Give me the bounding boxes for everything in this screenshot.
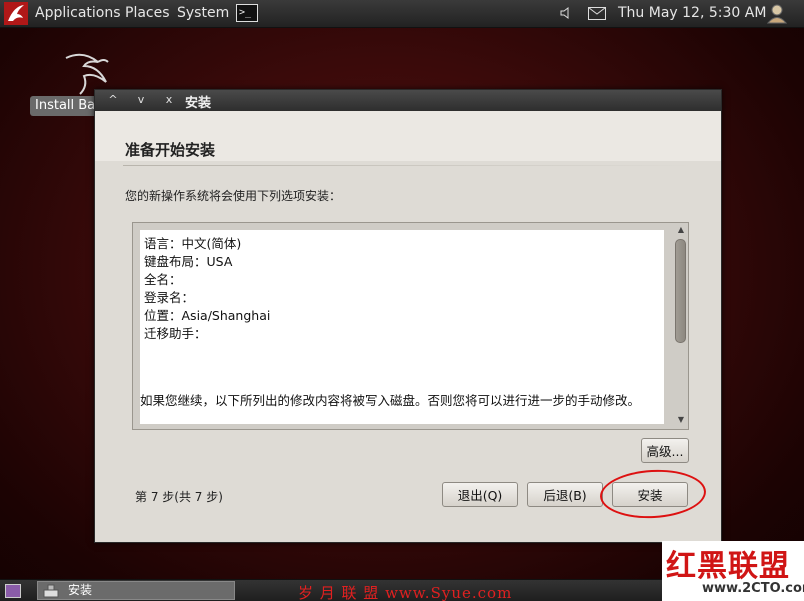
- summary-line-login: 登录名：: [144, 290, 195, 305]
- summary-warning: 如果您继续，以下所列出的修改内容将被写入磁盘。否则您将可以进行进一步的手动修改。: [140, 393, 641, 408]
- minimize-icon[interactable]: v: [133, 92, 149, 108]
- watermark-logo-url: www.2CTO.com: [702, 581, 804, 596]
- volume-icon[interactable]: [559, 6, 573, 20]
- show-desktop-icon[interactable]: [5, 584, 21, 598]
- summary-text-area[interactable]: 语言：中文(简体) 键盘布局：USA 全名： 登录名： 位置：Asia/Shan…: [140, 230, 664, 424]
- back-button[interactable]: 后退(B): [527, 482, 603, 507]
- user-icon[interactable]: [767, 3, 787, 24]
- summary-line-location: 位置：Asia/Shanghai: [144, 308, 271, 323]
- window-menu-up-icon[interactable]: ^: [105, 92, 121, 108]
- dragon-logo-icon[interactable]: [4, 2, 28, 25]
- summary-line-fullname: 全名：: [144, 272, 182, 287]
- menu-places[interactable]: Places: [125, 5, 170, 21]
- mail-icon[interactable]: [588, 7, 606, 20]
- step-indicator: 第 7 步(共 7 步): [135, 490, 223, 504]
- summary-line-migration: 迁移助手：: [144, 326, 207, 341]
- intro-text: 您的新操作系统将会使用下列选项安装：: [125, 189, 342, 203]
- desktop: Applications Places System >_ Thu May 12…: [0, 0, 804, 601]
- menu-applications[interactable]: Applications: [35, 5, 121, 21]
- terminal-launcher-icon[interactable]: >_: [236, 4, 258, 22]
- advanced-button[interactable]: 高级...: [641, 438, 689, 463]
- taskbar-item-installer[interactable]: 安装: [37, 581, 235, 600]
- taskbar-item-label: 安装: [68, 583, 93, 597]
- installer-task-icon: [43, 584, 59, 598]
- summary-line-keyboard: 键盘布局：USA: [144, 254, 233, 269]
- top-panel: Applications Places System >_ Thu May 12…: [0, 0, 804, 28]
- summary-frame: 语言：中文(简体) 键盘布局：USA 全名： 登录名： 位置：Asia/Shan…: [132, 222, 689, 430]
- watermark-logo: 红黑联盟 www.2CTO.com: [662, 541, 804, 601]
- page-title: 准备开始安装: [125, 141, 216, 159]
- title-divider: [123, 165, 693, 166]
- scroll-up-arrow-icon[interactable]: ▲: [675, 223, 687, 237]
- watermark-text: 岁 月 联 盟 www.Syue.com: [298, 584, 513, 601]
- scrollbar-thumb[interactable]: [675, 239, 686, 343]
- close-icon[interactable]: x: [161, 92, 177, 108]
- summary-line-language: 语言：中文(简体): [144, 236, 242, 251]
- menu-system[interactable]: System: [177, 5, 229, 21]
- watermark-logo-text: 红黑联盟: [666, 549, 790, 584]
- scroll-down-arrow-icon[interactable]: ▼: [675, 413, 687, 427]
- quit-button[interactable]: 退出(Q): [442, 482, 518, 507]
- clock[interactable]: Thu May 12, 5:30 AM: [618, 5, 766, 21]
- window-title: 安装: [185, 96, 212, 111]
- window-titlebar[interactable]: ^ v x 安装: [95, 90, 721, 111]
